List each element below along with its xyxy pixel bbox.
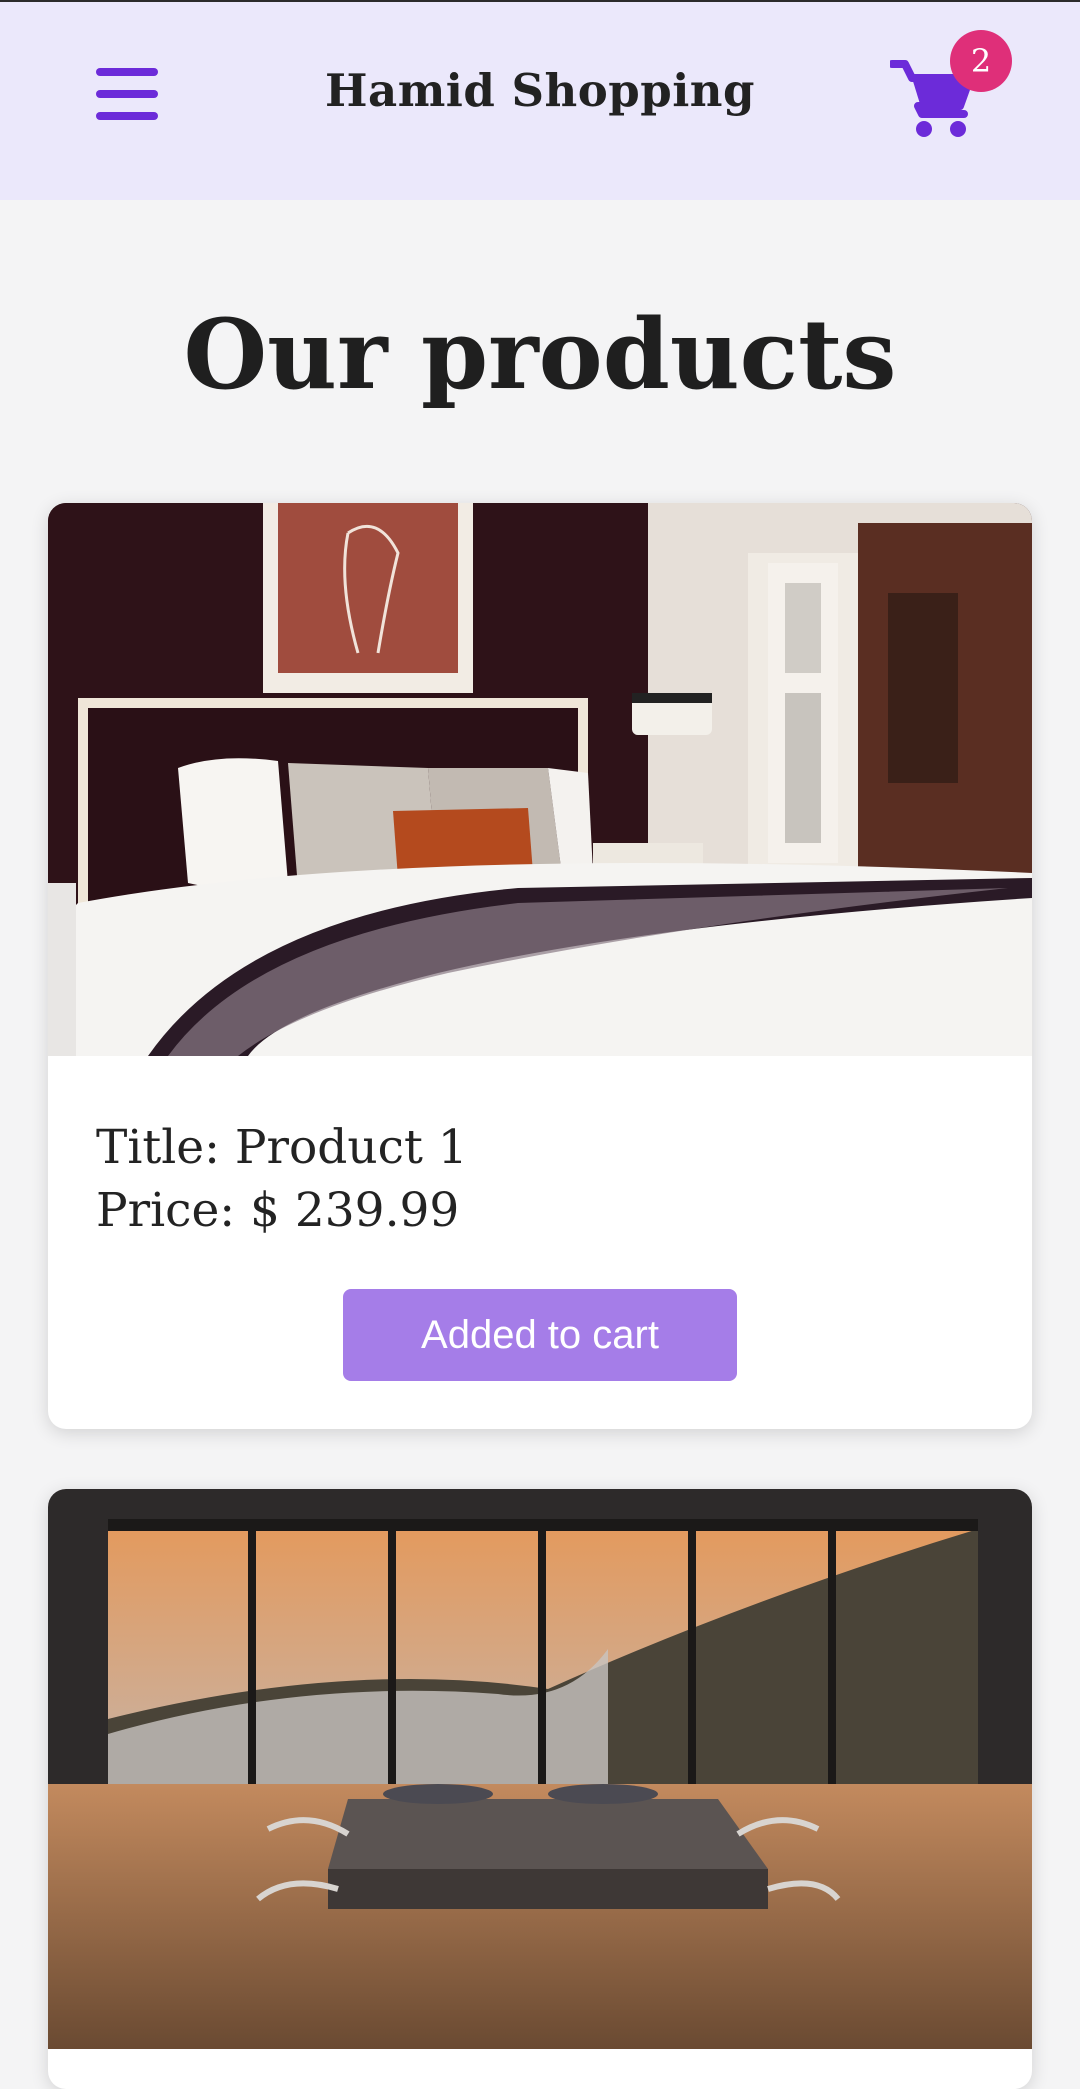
- hotel-bedroom-photo: [48, 503, 1032, 1056]
- page-title: Our products: [183, 298, 897, 411]
- product-card: [48, 1489, 1032, 2089]
- app-bar: Hamid Shopping 2: [0, 0, 1080, 200]
- added-to-cart-button[interactable]: Added to cart: [343, 1289, 737, 1381]
- cart-count-badge: 2: [950, 30, 1012, 92]
- mountain-view-bedroom-photo: [48, 1489, 1032, 2049]
- product-details: Title: Product 1 Price: $ 239.99 Added t…: [48, 1056, 1032, 1381]
- cart-button[interactable]: 2: [890, 30, 1012, 144]
- product-card: Title: Product 1 Price: $ 239.99 Added t…: [48, 503, 1032, 1429]
- product-price: Price: $ 239.99: [96, 1183, 460, 1238]
- product-title: Title: Product 1: [96, 1120, 468, 1175]
